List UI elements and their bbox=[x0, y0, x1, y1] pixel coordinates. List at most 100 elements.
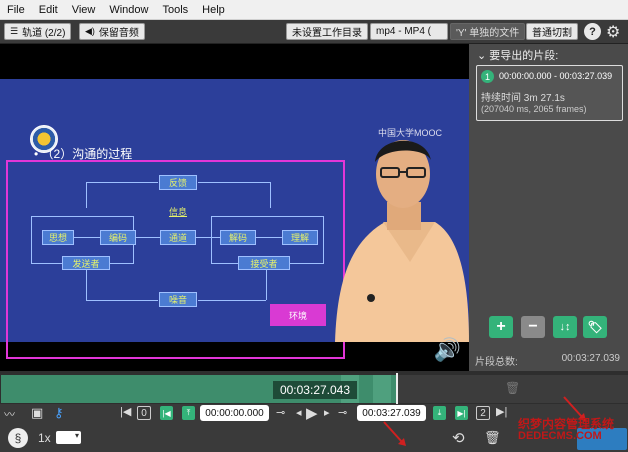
sort-icon: ↓↕ bbox=[559, 321, 571, 333]
box-decode: 解码 bbox=[220, 230, 256, 245]
single-file-button[interactable]: 'Y' 单独的文件 bbox=[450, 23, 526, 40]
presenter-figure bbox=[335, 140, 469, 342]
menu-edit[interactable]: Edit bbox=[32, 4, 65, 16]
keep-audio-button[interactable]: ◀) 保留音频 bbox=[79, 23, 145, 40]
arrow-line bbox=[266, 270, 267, 300]
arrow-line bbox=[86, 182, 158, 183]
segment-index: 1 bbox=[481, 70, 494, 83]
menu-window[interactable]: Window bbox=[102, 4, 155, 16]
label-info: 信息 bbox=[169, 207, 188, 217]
screenshot-icon[interactable]: ▣ bbox=[31, 405, 43, 421]
box-understand: 理解 bbox=[282, 230, 318, 245]
arrow-line bbox=[270, 182, 271, 208]
normal-cut-button[interactable]: 普通切割 bbox=[526, 23, 578, 40]
arrow-line bbox=[86, 182, 87, 208]
segment-time-range: 00:00:00.000 - 00:03:27.039 bbox=[499, 71, 613, 81]
prev-frame-icon[interactable]: ◂ bbox=[296, 406, 302, 419]
menu-tools[interactable]: Tools bbox=[155, 4, 195, 16]
rotate-icon[interactable]: ⟲ bbox=[452, 429, 465, 447]
arrow-line bbox=[256, 237, 282, 238]
key-link-right-icon[interactable]: ⊸ bbox=[338, 406, 347, 419]
video-preview[interactable]: 中国大学MOOC • （2）沟通的过程 反馈 信息 思想 编码 通道 解码 理解… bbox=[0, 44, 469, 371]
playhead[interactable] bbox=[396, 373, 398, 404]
waveform-toggle-icon[interactable]: 〰 bbox=[4, 406, 15, 422]
minus-icon: − bbox=[528, 318, 538, 335]
workdir-button[interactable]: 未设置工作目录 bbox=[286, 23, 368, 40]
arrow-line bbox=[198, 300, 266, 301]
waveform-stripe bbox=[373, 375, 391, 403]
box-channel: 通道 bbox=[160, 230, 196, 245]
timeline-mode-icon[interactable]: § bbox=[8, 428, 28, 448]
start-time-field[interactable]: 00:00:00.000 bbox=[200, 405, 269, 421]
box-sender: 发送者 bbox=[62, 256, 110, 270]
next-frame-icon[interactable]: ▸ bbox=[324, 406, 330, 419]
delete-icon[interactable]: 🗑 bbox=[484, 430, 501, 446]
box-noise: 噪音 bbox=[159, 292, 197, 307]
segments-header-label: 要导出的片段: bbox=[489, 50, 559, 62]
volume-icon[interactable]: 🔊 bbox=[434, 337, 461, 363]
speaker-icon: ◀) bbox=[85, 26, 95, 36]
box-encode: 编码 bbox=[100, 230, 136, 245]
total-segments-value: 00:03:27.039 bbox=[561, 353, 620, 364]
key-link-icon[interactable]: ⊸ bbox=[276, 406, 285, 419]
key-icon[interactable]: ⚷ bbox=[54, 405, 64, 421]
watermark-line2: DEDECMS.COM bbox=[518, 430, 602, 442]
timeline[interactable]: 00:03:27.043 🗑 bbox=[0, 371, 628, 404]
box-feedback: 反馈 bbox=[159, 175, 197, 190]
format-label: mp4 - MP4 ( bbox=[376, 26, 432, 37]
arrow-line bbox=[196, 237, 220, 238]
seek-end-button[interactable]: ⤓ bbox=[433, 406, 446, 420]
help-icon: ? bbox=[589, 25, 596, 38]
segment-item[interactable]: 1 00:00:00.000 - 00:03:27.039 持续时间 3m 27… bbox=[476, 65, 623, 121]
chevron-down-icon: ▾ bbox=[74, 431, 79, 440]
seek-start-button[interactable]: ⤒ bbox=[182, 406, 195, 420]
single-file-label: 'Y' 单独的文件 bbox=[456, 28, 520, 39]
arrow-line bbox=[74, 237, 100, 238]
remove-segment-button[interactable]: − bbox=[521, 316, 545, 338]
menu-view[interactable]: View bbox=[65, 4, 103, 16]
annotation-arrow bbox=[383, 421, 406, 446]
marker-right-button[interactable]: 2 bbox=[476, 406, 490, 420]
segment-duration: 持续时间 3m 27.1s bbox=[481, 93, 565, 104]
speed-label: 1x bbox=[38, 431, 51, 445]
tag-icon: 🏷 bbox=[587, 320, 603, 334]
timeline-current-time: 00:03:27.043 bbox=[273, 381, 357, 399]
box-environment: 环境 bbox=[270, 304, 326, 326]
format-select[interactable]: mp4 - MP4 ( bbox=[370, 23, 448, 40]
jump-end-icon[interactable]: ▶| bbox=[496, 405, 507, 418]
arrow-line bbox=[86, 270, 87, 300]
arrow-line bbox=[86, 300, 158, 301]
marker-left-label: 0 bbox=[141, 407, 147, 419]
menu-bar: File Edit View Window Tools Help bbox=[0, 0, 628, 20]
segments-header: ⌄ 要导出的片段: bbox=[477, 47, 558, 63]
speed-select[interactable]: ▾ bbox=[56, 431, 81, 444]
marker-right-label: 2 bbox=[480, 407, 486, 419]
tracks-label: 轨道 (2/2) bbox=[22, 28, 66, 39]
menu-help[interactable]: Help bbox=[195, 4, 232, 16]
total-segments-label: 片段总数: bbox=[475, 357, 518, 368]
normal-cut-label: 普通切割 bbox=[532, 28, 572, 39]
workdir-label: 未设置工作目录 bbox=[292, 28, 362, 39]
chevron-down-icon: ⌄ bbox=[477, 50, 490, 62]
arrow-line bbox=[136, 237, 160, 238]
help-button[interactable]: ? bbox=[584, 23, 601, 40]
toolbar: ☰ 轨道 (2/2) ◀) 保留音频 未设置工作目录 mp4 - MP4 ( '… bbox=[0, 20, 628, 44]
watermark-line1: 织梦内容管理系统 bbox=[518, 417, 615, 431]
box-receiver: 接受者 bbox=[238, 256, 290, 270]
tag-button[interactable]: 🏷 bbox=[583, 316, 607, 338]
trash-icon[interactable]: 🗑 bbox=[505, 381, 520, 395]
set-end-button[interactable]: ▶| bbox=[455, 406, 468, 420]
segments-panel: ⌄ 要导出的片段: 1 00:00:00.000 - 00:03:27.039 … bbox=[469, 44, 628, 371]
marker-left-button[interactable]: 0 bbox=[137, 406, 151, 420]
play-button[interactable]: ▶ bbox=[306, 404, 318, 422]
segment-frames: (207040 ms, 2065 frames) bbox=[481, 104, 587, 114]
keep-audio-label: 保留音频 bbox=[98, 28, 139, 39]
menu-file[interactable]: File bbox=[0, 4, 32, 16]
arrow-line bbox=[198, 182, 270, 183]
sort-segments-button[interactable]: ↓↕ bbox=[553, 316, 577, 338]
settings-gear-icon[interactable]: ⚙ bbox=[606, 22, 620, 42]
jump-start-icon[interactable]: |◀ bbox=[120, 405, 131, 418]
tracks-button[interactable]: ☰ 轨道 (2/2) bbox=[4, 23, 72, 40]
set-start-button[interactable]: |◀ bbox=[160, 406, 173, 420]
add-segment-button[interactable]: + bbox=[489, 316, 513, 338]
